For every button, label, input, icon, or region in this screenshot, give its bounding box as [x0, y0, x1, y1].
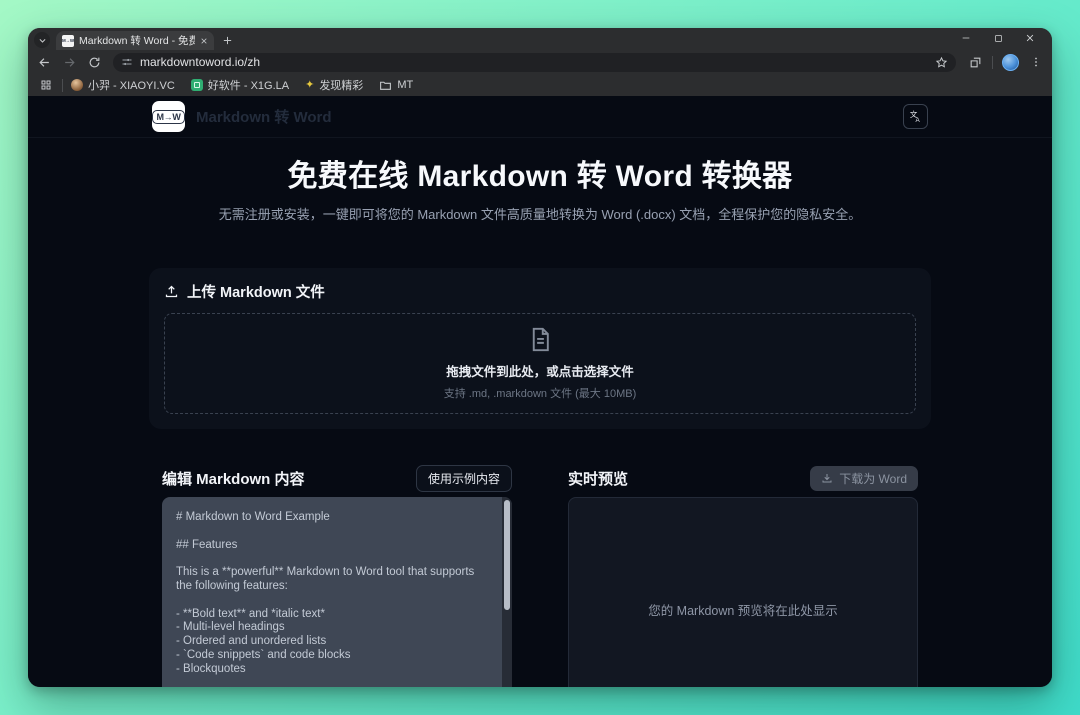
desktop-background: M→W Markdown 转 Word - 免费在	[0, 0, 1080, 715]
preview-placeholder-text: 您的 Markdown 预览将在此处显示	[648, 604, 838, 618]
url-text[interactable]: markdowntoword.io/zh	[140, 55, 928, 69]
site-logo[interactable]: M→W	[152, 101, 185, 132]
editor-column: 编辑 Markdown 内容 使用示例内容 # Markdown to Word…	[149, 464, 525, 687]
dropzone-sub-text: 支持 .md, .markdown 文件 (最大 10MB)	[443, 388, 637, 400]
minimize-button[interactable]	[950, 29, 982, 47]
web-page: M→W Markdown 转 Word 文A 免费在线 Markdown 转 W…	[28, 96, 1052, 687]
site-favicon-icon: M→W	[62, 34, 74, 47]
use-sample-button[interactable]: 使用示例内容	[415, 464, 512, 492]
page-subtitle: 无需注册或安装，一键即可将您的 Markdown 文件高质量地转换为 Word …	[218, 207, 862, 222]
bookmark-label: 好软件 - X1G.LA	[207, 80, 290, 92]
file-dropzone[interactable]: 拖拽文件到此处，或点击选择文件 支持 .md, .markdown 文件 (最大…	[164, 313, 916, 414]
maximize-button[interactable]	[982, 29, 1014, 47]
browser-window: M→W Markdown 转 Word - 免费在	[28, 28, 1052, 687]
address-bar[interactable]: markdowntoword.io/zh	[113, 52, 956, 72]
translate-icon: 文A	[910, 109, 921, 124]
upload-icon	[165, 285, 178, 298]
editor-scrollbar[interactable]	[502, 497, 512, 687]
svg-text:A: A	[916, 117, 921, 124]
upload-heading-label: 上传 Markdown 文件	[187, 285, 325, 301]
green-app-icon	[190, 79, 203, 91]
menu-button[interactable]	[1028, 54, 1044, 70]
three-dots-icon	[1035, 57, 1037, 67]
avatar-photo-icon	[71, 79, 83, 91]
bookmark-star-icon[interactable]	[935, 56, 948, 69]
reload-button[interactable]	[86, 54, 102, 70]
browser-tab[interactable]: M→W Markdown 转 Word - 免费在	[56, 31, 214, 50]
download-word-button[interactable]: 下载为 Word	[810, 465, 918, 491]
tab-search-button[interactable]	[34, 32, 50, 48]
markdown-editor-input[interactable]: # Markdown to Word Example ## Features T…	[162, 497, 512, 687]
reload-icon	[89, 57, 99, 67]
close-button[interactable]	[1014, 29, 1046, 47]
extensions-button[interactable]	[967, 54, 983, 70]
tab-strip: M→W Markdown 转 Word - 免费在	[28, 28, 1052, 50]
editor-scrollbar-thumb[interactable]	[504, 500, 510, 610]
file-text-icon	[532, 327, 549, 352]
dropzone-main-text: 拖拽文件到此处，或点击选择文件	[446, 365, 634, 379]
apps-grid-icon	[41, 80, 51, 90]
upload-section: 上传 Markdown 文件 拖拽文件到此处，或点击选择文件 支持 .md, .…	[149, 268, 931, 429]
bookmarks-separator	[62, 78, 63, 92]
bookmark-label: 发现精彩	[319, 80, 364, 92]
preview-column: 实时预览 下载为 Word 您的 Markdown 预览将在此处显示	[555, 465, 931, 687]
bookmark-folder-mt[interactable]: MT	[379, 79, 413, 92]
editor-preview-columns: 编辑 Markdown 内容 使用示例内容 # Markdown to Word…	[149, 464, 931, 687]
preview-panel: 您的 Markdown 预览将在此处显示	[568, 497, 918, 687]
window-controls	[950, 28, 1046, 48]
new-tab-button[interactable]	[218, 31, 236, 49]
back-button[interactable]	[36, 54, 52, 70]
download-button-label: 下载为 Word	[839, 471, 907, 486]
editor-heading: 编辑 Markdown 内容	[162, 470, 305, 488]
bookmark-x1g[interactable]: 好软件 - X1G.LA	[190, 77, 290, 93]
bookmark-label: MT	[397, 79, 414, 91]
bookmark-xiaoyi[interactable]: 小羿 - XIAOYI.VC	[71, 77, 175, 93]
extensions-icon	[970, 57, 980, 67]
bookmark-discover[interactable]: ✦ 发现精彩	[305, 77, 363, 93]
tab-close-icon[interactable]	[200, 37, 208, 45]
chevron-down-icon	[39, 38, 45, 43]
browser-toolbar: markdowntoword.io/zh	[28, 50, 1052, 74]
site-header: M→W Markdown 转 Word 文A	[28, 96, 1052, 138]
bookmark-label: 小羿 - XIAOYI.VC	[88, 80, 175, 92]
profile-avatar[interactable]	[1002, 53, 1019, 71]
logo-mark-icon: M→W	[152, 109, 185, 124]
forward-button[interactable]	[61, 54, 77, 70]
brand-title: Markdown 转 Word	[196, 109, 332, 126]
page-title: 免费在线 Markdown 转 Word 转换器	[287, 160, 793, 193]
sparkle-icon: ✦	[305, 78, 315, 91]
markdown-editor-wrap: # Markdown to Word Example ## Features T…	[162, 497, 512, 687]
forward-arrow-icon	[64, 57, 75, 67]
apps-grid-button[interactable]	[38, 77, 54, 93]
bookmarks-bar: 小羿 - XIAOYI.VC 好软件 - X1G.LA ✦ 发现精彩 MT	[28, 74, 1052, 96]
site-settings-icon	[122, 58, 132, 66]
upload-heading: 上传 Markdown 文件	[164, 281, 916, 302]
plus-icon	[223, 36, 231, 44]
tab-title: Markdown 转 Word - 免费在	[79, 35, 195, 47]
toolbar-separator	[992, 55, 993, 69]
download-icon	[822, 474, 832, 483]
back-arrow-icon	[38, 57, 49, 67]
language-switch-button[interactable]: 文A	[903, 104, 928, 129]
preview-heading: 实时预览	[568, 470, 629, 488]
folder-icon	[380, 81, 392, 90]
